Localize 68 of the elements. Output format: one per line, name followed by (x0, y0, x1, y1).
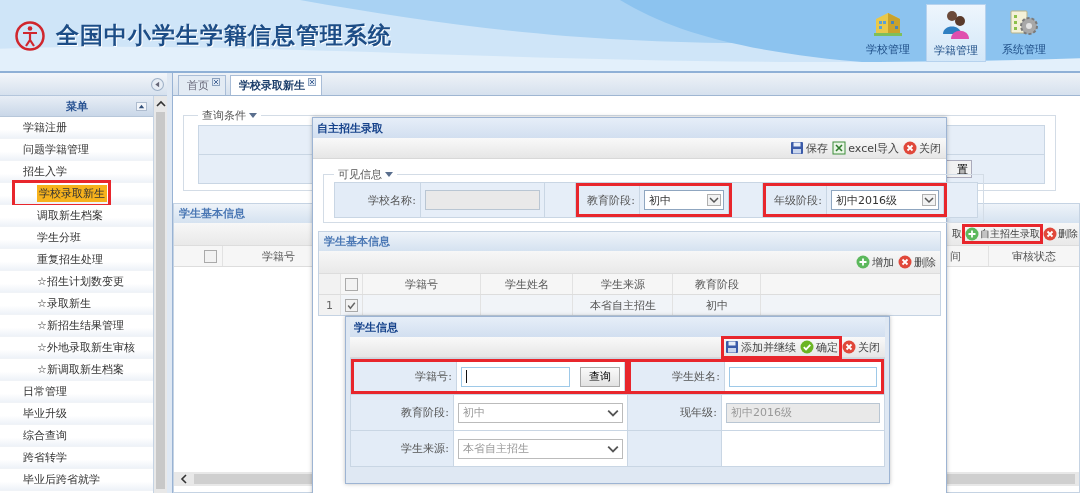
column-header: 学生姓名 (481, 274, 573, 294)
delete-button[interactable]: 删除 (897, 253, 937, 271)
text-field[interactable] (728, 366, 877, 387)
table-cell: 本省自主招生 (573, 295, 673, 315)
delete-icon (1043, 227, 1057, 241)
tab[interactable]: 首页 (178, 75, 226, 95)
field-label: 学籍号: (354, 362, 457, 391)
field-label: 教育阶段: (351, 395, 454, 430)
caret-icon[interactable] (249, 113, 257, 118)
nav-button[interactable]: 学籍管理 (926, 4, 986, 62)
delete-button[interactable]: 删除 (1043, 227, 1078, 241)
scroll-up-icon[interactable] (155, 100, 166, 108)
column-header: 间 (948, 246, 989, 266)
collapse-icon[interactable] (136, 101, 147, 111)
scrollbar[interactable] (154, 96, 167, 493)
delete-icon (898, 255, 912, 269)
select-field[interactable]: 初中 (644, 190, 724, 210)
field-label: 学生来源: (351, 431, 454, 466)
chevron-icon (707, 194, 721, 206)
close-button[interactable]: 关闭 (841, 338, 881, 356)
add-icon (856, 255, 870, 269)
add-icon (965, 227, 979, 241)
field-label: 学生姓名: (630, 362, 725, 391)
menu-title: 菜单 (65, 98, 88, 114)
checkbox[interactable] (203, 249, 217, 263)
row-number: 1 (319, 295, 341, 315)
chevron-icon (922, 194, 936, 206)
column-header: 学生来源 (573, 274, 673, 294)
close-icon (903, 141, 917, 155)
dialog-title: 自主招生录取 (313, 118, 946, 138)
dialog-title: 学生信息 (350, 317, 885, 337)
text-field[interactable] (461, 366, 570, 387)
column-header: 审核状态 (1011, 248, 1057, 265)
select-field[interactable]: 初中2016级 (831, 190, 939, 210)
field-label: 现年级: (627, 395, 722, 430)
save-icon (725, 340, 739, 354)
section-legend: 查询条件 (202, 108, 246, 123)
checkbox[interactable] (345, 277, 358, 291)
menu-item[interactable]: 学校录取新生 (0, 183, 153, 205)
checkbox[interactable] (345, 298, 358, 312)
column-header: 教育阶段 (673, 274, 761, 294)
add-button[interactable]: 增加 (855, 253, 895, 271)
menu-item[interactable]: 调取新生档案 (0, 205, 153, 227)
close-icon (842, 340, 856, 354)
tab[interactable]: 学校录取新生 (230, 75, 322, 95)
scroll-left-icon[interactable] (180, 474, 188, 484)
section-legend: 可见信息 (338, 167, 382, 182)
people-icon (940, 8, 972, 40)
close-icon[interactable] (212, 78, 220, 86)
search-button[interactable]: 查询 (579, 366, 620, 387)
close-icon[interactable] (308, 78, 316, 86)
import-button[interactable]: excel导入 (831, 139, 900, 157)
logo-icon (14, 19, 46, 52)
column-header: 学籍号 (363, 274, 481, 294)
table-cell: 初中 (673, 295, 761, 315)
spreadsheet-icon (832, 141, 847, 155)
save-button[interactable]: 保存 (789, 139, 830, 157)
save-icon (790, 141, 805, 155)
nav-button[interactable]: 系统管理 (994, 4, 1054, 60)
caret-icon[interactable] (385, 172, 393, 177)
toolbar-button[interactable]: 取 (952, 227, 962, 241)
panel-title: 学生基本信息 (319, 232, 940, 251)
add-button[interactable]: 自主招生录取 (965, 227, 1040, 241)
nav-button[interactable]: 学校管理 (858, 4, 918, 60)
check-icon (800, 340, 814, 354)
collapse-icon[interactable] (151, 77, 164, 91)
close-button[interactable]: 关闭 (902, 139, 942, 157)
app-title: 全国中小学生学籍信息管理系统 (56, 21, 392, 50)
